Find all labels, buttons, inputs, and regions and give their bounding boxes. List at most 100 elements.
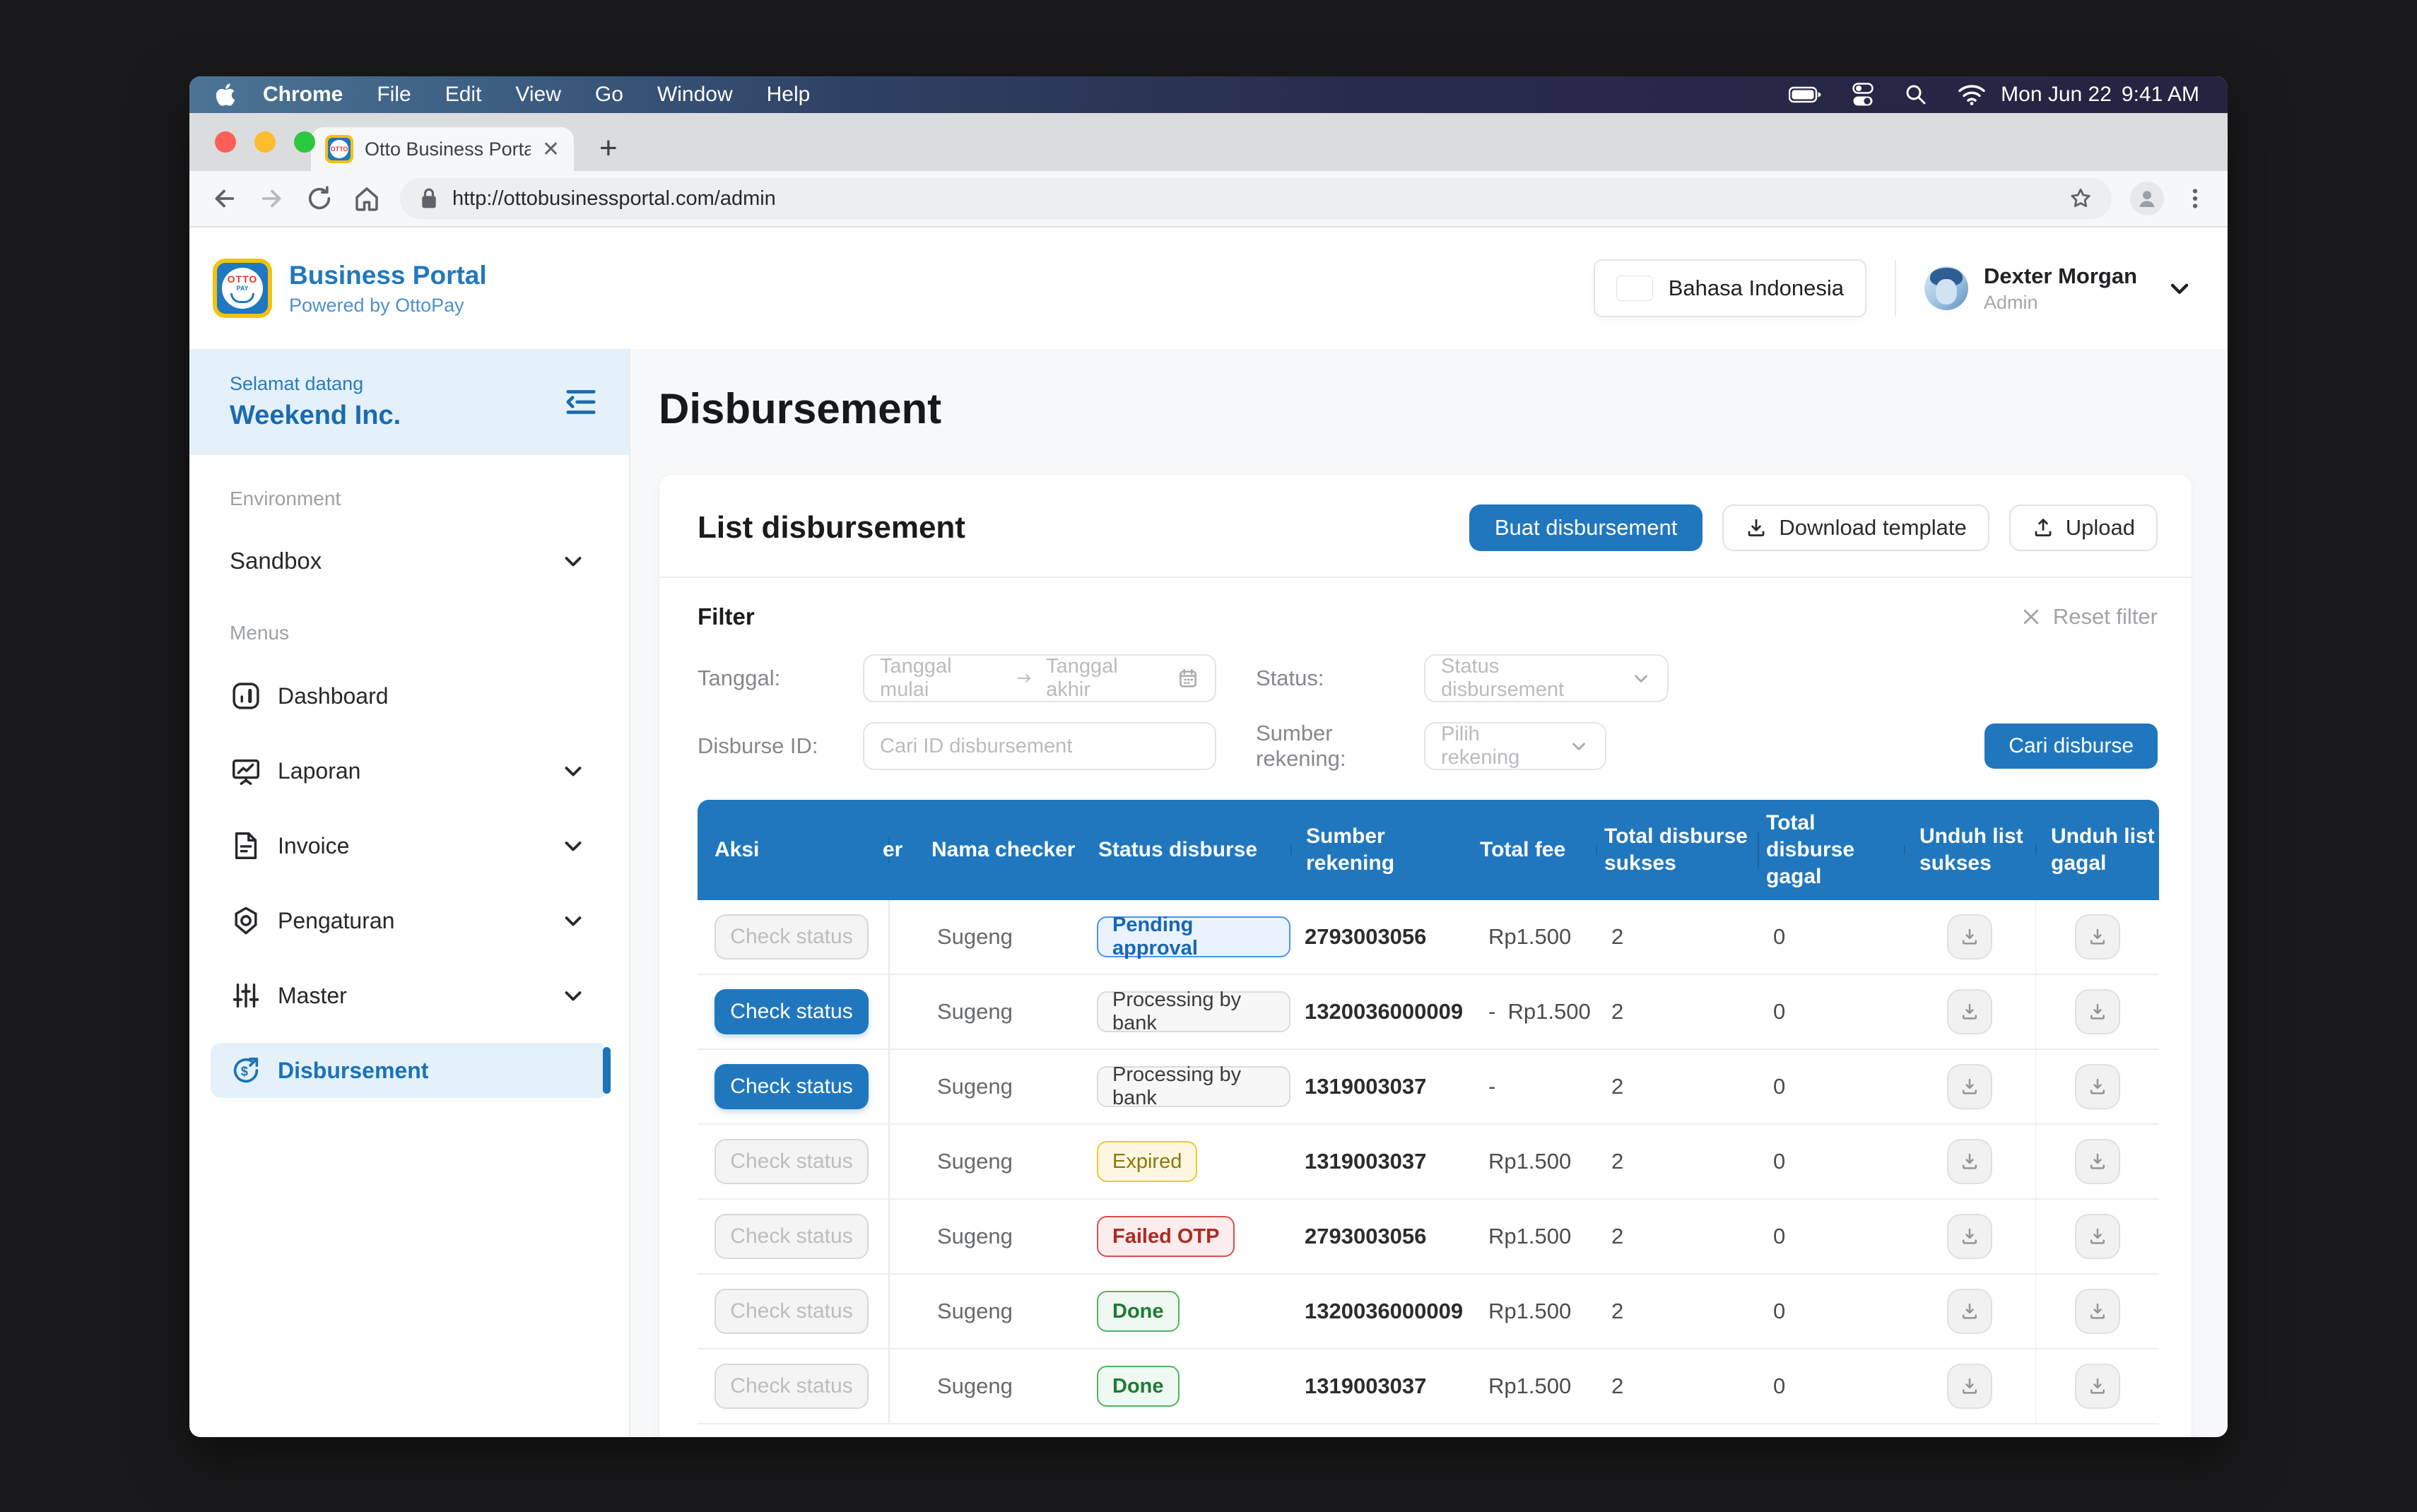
- brand[interactable]: OTTO PAY Business Portal Powered by Otto…: [213, 259, 487, 318]
- battery-icon[interactable]: [1789, 86, 1821, 103]
- total-gagal-value: 0: [1758, 1200, 1904, 1273]
- disburse-id-input[interactable]: [880, 735, 1199, 758]
- environment-selector[interactable]: Sandbox: [211, 534, 608, 588]
- menubar-item-go[interactable]: Go: [578, 83, 640, 107]
- download-sukses-button[interactable]: [1947, 1139, 1992, 1184]
- menubar-item-view[interactable]: View: [498, 83, 577, 107]
- sidebar-item-laporan[interactable]: Laporan: [211, 743, 608, 798]
- upload-button[interactable]: Upload: [2009, 504, 2158, 551]
- check-status-button[interactable]: Check status: [714, 1214, 869, 1259]
- bookmark-star-icon[interactable]: [2068, 186, 2093, 211]
- total-sukses-value: 2: [1596, 975, 1758, 1049]
- menubar-time[interactable]: 9:41 AM: [2122, 83, 2199, 107]
- language-selector-button[interactable]: Bahasa Indonesia: [1594, 259, 1866, 317]
- table-row: Check status Sugeng Processing by bank 1…: [698, 975, 2159, 1050]
- download-gagal-button[interactable]: [2075, 1364, 2120, 1409]
- download-template-button[interactable]: Download template: [1722, 504, 1989, 551]
- sidebar-item-pengaturan[interactable]: Pengaturan: [211, 893, 608, 948]
- sumber-rekening-value: 1320036000009: [1290, 1275, 1473, 1348]
- total-gagal-value: 0: [1758, 975, 1904, 1049]
- table-row: Check status Sugeng Processing by bank 1…: [698, 1050, 2159, 1125]
- sidebar-item-dashboard[interactable]: Dashboard: [211, 668, 608, 723]
- user-menu[interactable]: Dexter Morgan Admin: [1924, 264, 2194, 314]
- upload-icon: [2032, 516, 2054, 539]
- status-badge: Done: [1097, 1366, 1180, 1407]
- welcome-label: Selamat datang: [230, 373, 564, 395]
- ottopay-logo: OTTO PAY: [213, 259, 272, 318]
- reset-filter-button[interactable]: Reset filter: [2021, 604, 2158, 630]
- check-status-button[interactable]: Check status: [714, 1289, 869, 1334]
- date-range-input[interactable]: Tanggal mulai Tanggal akhir: [863, 654, 1216, 702]
- menubar-item-window[interactable]: Window: [640, 83, 750, 107]
- forward-icon[interactable]: [257, 184, 287, 213]
- status-badge: Processing by bank: [1097, 1066, 1290, 1107]
- download-gagal-button[interactable]: [2075, 1214, 2120, 1259]
- download-gagal-button[interactable]: [2075, 1139, 2120, 1184]
- sidebar-collapse-icon[interactable]: [564, 388, 598, 416]
- download-sukses-button[interactable]: [1947, 1064, 1992, 1109]
- download-sukses-button[interactable]: [1947, 1364, 1992, 1409]
- new-tab-button[interactable]: +: [599, 133, 618, 164]
- status-badge: Done: [1097, 1291, 1180, 1332]
- sliders-icon: [230, 979, 262, 1012]
- total-fee-value: Rp1.500: [1473, 1200, 1596, 1273]
- menubar-item-chrome[interactable]: Chrome: [246, 83, 360, 107]
- cari-disburse-button[interactable]: Cari disburse: [1984, 723, 2158, 769]
- reload-icon[interactable]: [305, 184, 334, 213]
- status-dropdown[interactable]: Status disbursement: [1424, 654, 1669, 702]
- home-icon[interactable]: [352, 184, 382, 213]
- menubar-item-help[interactable]: Help: [750, 83, 828, 107]
- browser-tab[interactable]: OTTO Otto Business Portal ✕: [311, 127, 574, 171]
- tab-close-icon[interactable]: ✕: [542, 137, 560, 162]
- download-gagal-button[interactable]: [2075, 1289, 2120, 1334]
- buat-disbursement-button[interactable]: Buat disbursement: [1469, 504, 1703, 551]
- main-content: Disbursement List disbursement Buat disb…: [630, 349, 2228, 1437]
- col-nama-checker: Nama checker: [916, 837, 1083, 863]
- table-row-partial: [698, 1424, 2159, 1437]
- dashboard-icon: [230, 680, 262, 712]
- download-sukses-button[interactable]: [1947, 914, 1992, 959]
- browser-menu-kebab-icon[interactable]: [2182, 186, 2208, 211]
- wifi-icon[interactable]: [1958, 84, 1985, 105]
- total-gagal-value: 0: [1758, 1349, 1904, 1423]
- spotlight-search-icon[interactable]: [1905, 83, 1927, 106]
- total-gagal-value: 0: [1758, 1125, 1904, 1198]
- menubar-item-edit[interactable]: Edit: [428, 83, 499, 107]
- user-name: Dexter Morgan: [1984, 264, 2137, 289]
- menubar-item-file[interactable]: File: [360, 83, 428, 107]
- apple-logo-icon[interactable]: [215, 82, 236, 107]
- check-status-button[interactable]: Check status: [714, 914, 869, 959]
- check-status-button[interactable]: Check status: [714, 1139, 869, 1184]
- browser-toolbar: http://ottobusinessportal.com/admin: [189, 171, 2228, 228]
- col-hidden: er: [890, 837, 916, 863]
- table-row: Check status Sugeng Failed OTP 279300305…: [698, 1200, 2159, 1275]
- sumber-rekening-dropdown[interactable]: Pilih rekening: [1424, 722, 1606, 770]
- table-row: Check status Sugeng Expired 1319003037 R…: [698, 1125, 2159, 1200]
- close-window-button[interactable]: [215, 131, 236, 153]
- calendar-icon: [1177, 667, 1199, 690]
- page-title: Disbursement: [659, 384, 2192, 433]
- zoom-window-button[interactable]: [294, 131, 315, 153]
- download-gagal-button[interactable]: [2075, 989, 2120, 1034]
- total-sukses-value: 2: [1596, 1349, 1758, 1423]
- chevron-down-icon[interactable]: [2165, 274, 2194, 302]
- control-center-icon[interactable]: [1852, 83, 1874, 107]
- menubar-date[interactable]: Mon Jun 22: [2001, 83, 2112, 107]
- check-status-button[interactable]: Check status: [714, 989, 869, 1034]
- url-text[interactable]: http://ottobusinessportal.com/admin: [452, 187, 2055, 211]
- sidebar-item-disbursement[interactable]: $ Disbursement: [211, 1043, 608, 1098]
- browser-profile-icon[interactable]: [2130, 182, 2164, 215]
- sidebar-item-invoice[interactable]: Invoice: [211, 818, 608, 873]
- address-bar[interactable]: http://ottobusinessportal.com/admin: [400, 178, 2112, 219]
- back-icon[interactable]: [209, 184, 239, 213]
- check-status-button[interactable]: Check status: [714, 1064, 869, 1109]
- check-status-button[interactable]: Check status: [714, 1364, 869, 1409]
- download-gagal-button[interactable]: [2075, 914, 2120, 959]
- download-sukses-button[interactable]: [1947, 1289, 1992, 1334]
- sidebar-item-master[interactable]: Master: [211, 968, 608, 1023]
- total-gagal-value: 0: [1758, 1275, 1904, 1348]
- download-sukses-button[interactable]: [1947, 989, 1992, 1034]
- download-gagal-button[interactable]: [2075, 1064, 2120, 1109]
- download-sukses-button[interactable]: [1947, 1214, 1992, 1259]
- minimize-window-button[interactable]: [254, 131, 276, 153]
